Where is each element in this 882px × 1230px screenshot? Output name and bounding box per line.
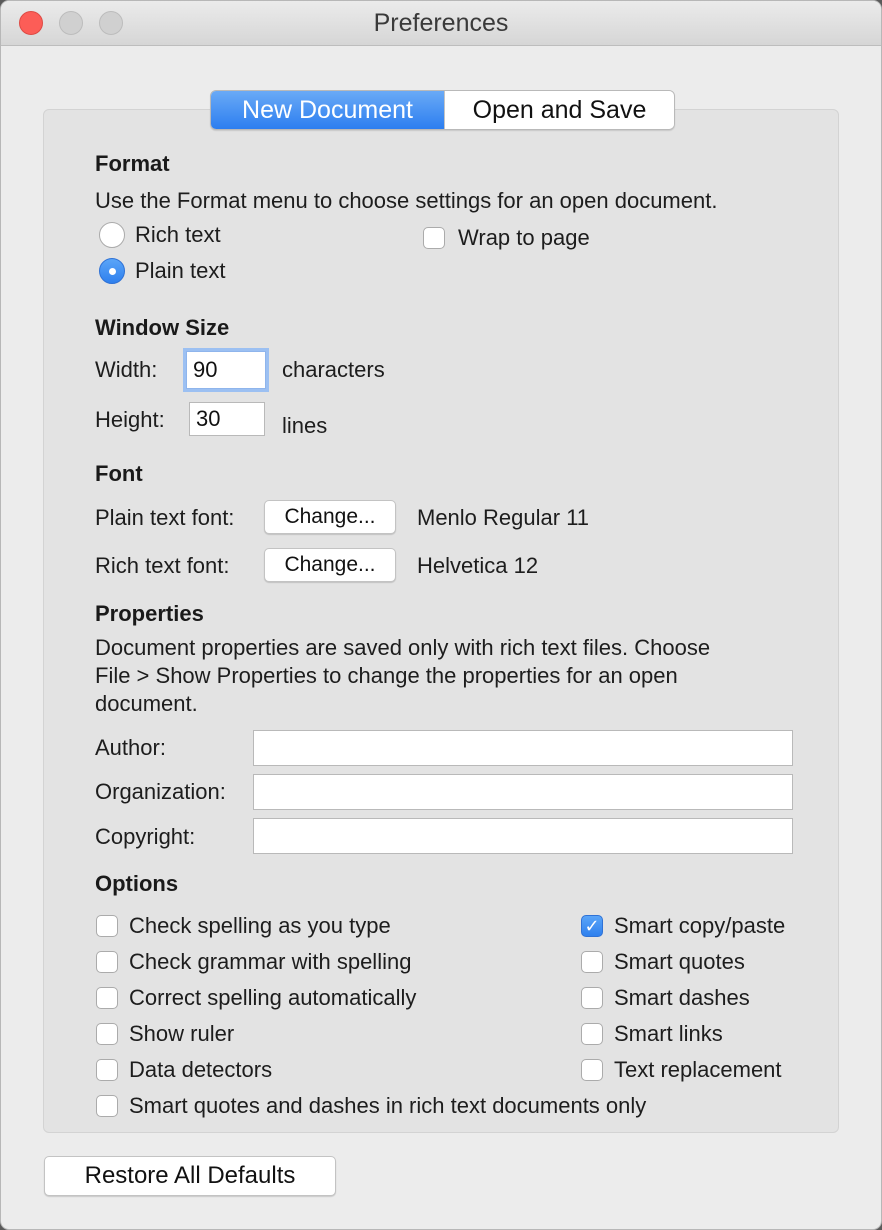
tab-open-and-save[interactable]: Open and Save (444, 91, 674, 129)
data-detectors-checkbox[interactable] (96, 1059, 118, 1081)
tab-new-document[interactable]: New Document (211, 91, 444, 129)
wrap-to-page-checkbox[interactable] (423, 227, 445, 249)
text-replacement-label[interactable]: Text replacement (614, 1057, 782, 1083)
check-grammar-label[interactable]: Check grammar with spelling (129, 949, 411, 975)
correct-spelling-checkbox[interactable] (96, 987, 118, 1009)
tab-bar: New Document Open and Save (210, 90, 675, 130)
options-heading: Options (95, 871, 179, 896)
rich-text-label[interactable]: Rich text (135, 222, 221, 248)
plain-text-label[interactable]: Plain text (135, 258, 226, 284)
smart-links-label[interactable]: Smart links (614, 1021, 723, 1047)
rich-text-radio[interactable] (99, 222, 125, 248)
plain-text-radio[interactable] (99, 258, 125, 284)
font-heading: Font (95, 461, 143, 486)
properties-heading: Properties (95, 601, 204, 626)
preferences-window: Preferences New Document Open and Save F… (0, 0, 882, 1230)
smart-rich-only-checkbox[interactable] (96, 1095, 118, 1117)
copyright-label: Copyright: (95, 824, 196, 849)
height-label: Height: (95, 407, 165, 432)
show-ruler-label[interactable]: Show ruler (129, 1021, 234, 1047)
show-ruler-checkbox[interactable] (96, 1023, 118, 1045)
height-unit-label: lines (282, 413, 328, 438)
rich-text-font-label: Rich text font: (95, 553, 230, 578)
height-input[interactable] (189, 402, 265, 436)
smart-links-checkbox[interactable] (581, 1023, 603, 1045)
check-spelling-label[interactable]: Check spelling as you type (129, 913, 391, 939)
change-plain-font-button[interactable]: Change... (264, 500, 396, 534)
window-size-heading: Window Size (95, 315, 230, 340)
smart-quotes-checkbox[interactable] (581, 951, 603, 973)
wrap-to-page-label[interactable]: Wrap to page (458, 225, 590, 251)
plain-text-font-value: Menlo Regular 11 (417, 505, 590, 530)
checkmark-icon: ✓ (584, 916, 600, 936)
text-replacement-checkbox[interactable] (581, 1059, 603, 1081)
restore-all-defaults-button[interactable]: Restore All Defaults (44, 1156, 336, 1196)
properties-description-line1: Document properties are saved only with … (95, 635, 711, 660)
check-spelling-checkbox[interactable] (96, 915, 118, 937)
format-description: Use the Format menu to choose settings f… (95, 188, 718, 213)
rich-text-font-value: Helvetica 12 (417, 553, 539, 578)
smart-copy-paste-checkbox[interactable]: ✓ (581, 915, 603, 937)
organization-label: Organization: (95, 779, 226, 804)
check-grammar-checkbox[interactable] (96, 951, 118, 973)
smart-dashes-checkbox[interactable] (581, 987, 603, 1009)
properties-description-line3: document. (95, 691, 198, 716)
correct-spelling-label[interactable]: Correct spelling automatically (129, 985, 416, 1011)
author-label: Author: (95, 735, 166, 760)
plain-text-font-label: Plain text font: (95, 505, 235, 530)
format-heading: Format (95, 151, 170, 176)
width-input[interactable] (186, 351, 266, 389)
title-bar: Preferences (1, 1, 881, 46)
organization-input[interactable] (253, 774, 793, 810)
window-title: Preferences (373, 9, 509, 37)
data-detectors-label[interactable]: Data detectors (129, 1057, 272, 1083)
width-unit-label: characters (282, 357, 385, 382)
properties-description-line2: File > Show Properties to change the pro… (95, 663, 678, 688)
smart-dashes-label[interactable]: Smart dashes (614, 985, 750, 1011)
smart-rich-only-label[interactable]: Smart quotes and dashes in rich text doc… (129, 1093, 646, 1119)
copyright-input[interactable] (253, 818, 793, 854)
smart-quotes-label[interactable]: Smart quotes (614, 949, 745, 975)
change-rich-font-button[interactable]: Change... (264, 548, 396, 582)
author-input[interactable] (253, 730, 793, 766)
width-label: Width: (95, 357, 158, 382)
smart-copy-paste-label[interactable]: Smart copy/paste (614, 913, 785, 939)
